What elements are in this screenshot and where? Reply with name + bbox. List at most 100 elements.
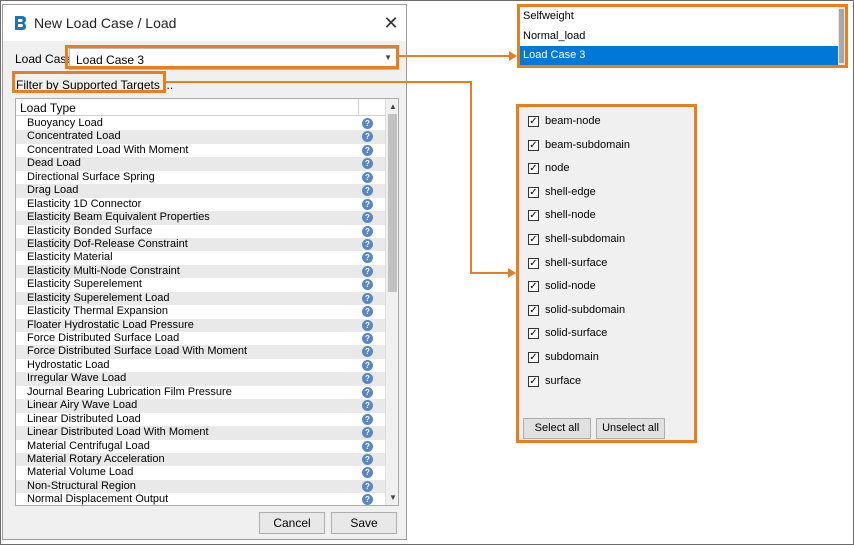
load-type-label: Drag Load xyxy=(27,184,79,197)
load-type-label: Linear Distributed Load With Moment xyxy=(27,426,209,439)
list-item[interactable]: Journal Bearing Lubrication Film Pressur… xyxy=(16,386,385,399)
info-icon[interactable]: ? xyxy=(362,252,373,264)
load-type-label: Elasticity Thermal Expansion xyxy=(27,305,169,318)
load-type-label: Directional Surface Spring xyxy=(27,170,155,183)
list-item[interactable]: Material Volume Load? xyxy=(16,466,385,479)
load-type-label: Elasticity Beam Equivalent Properties xyxy=(27,211,210,224)
connector-line xyxy=(470,272,508,274)
info-icon[interactable]: ? xyxy=(362,386,373,398)
info-icon[interactable]: ? xyxy=(362,198,373,210)
list-item[interactable]: Material Centrifugal Load? xyxy=(16,440,385,453)
list-item[interactable]: Elasticity Superelement? xyxy=(16,278,385,291)
cancel-button[interactable]: Cancel xyxy=(259,512,325,534)
load-type-label: Concentrated Load xyxy=(27,130,121,143)
info-icon[interactable]: ? xyxy=(362,453,373,465)
list-item[interactable]: Elasticity Beam Equivalent Properties? xyxy=(16,211,385,225)
list-item[interactable]: Elasticity Superelement Load? xyxy=(16,291,385,306)
list-item[interactable]: Force Distributed Surface Load? xyxy=(16,332,385,345)
info-icon[interactable]: ? xyxy=(362,212,373,224)
load-type-label: Concentrated Load With Moment xyxy=(27,143,189,156)
list-item[interactable]: Linear Airy Wave Load? xyxy=(16,399,385,413)
list-item[interactable]: Non-Structural Region? xyxy=(16,479,385,494)
title-bar: New Load Case / Load ✕ xyxy=(3,5,406,41)
info-icon[interactable]: ? xyxy=(362,494,373,505)
list-item[interactable]: Elasticity Multi-Node Constraint? xyxy=(16,264,385,279)
list-item[interactable]: Force Distributed Surface Load With Mome… xyxy=(16,345,385,359)
load-type-label: Hydrostatic Load xyxy=(27,358,110,371)
info-icon[interactable]: ? xyxy=(362,131,373,143)
info-icon[interactable]: ? xyxy=(362,144,373,156)
info-icon[interactable]: ? xyxy=(362,413,373,425)
load-type-label: Linear Airy Wave Load xyxy=(27,399,138,412)
info-icon[interactable]: ? xyxy=(362,279,373,291)
highlight-load-case-select xyxy=(65,45,399,69)
list-item[interactable]: Irregular Wave Load? xyxy=(16,372,385,386)
load-type-label: Dead Load xyxy=(27,157,81,170)
info-icon[interactable]: ? xyxy=(362,480,373,492)
list-item[interactable]: Elasticity Dof-Release Constraint? xyxy=(16,237,385,252)
list-header-label: Load Type xyxy=(20,101,76,115)
list-item[interactable]: Hydrostatic Load? xyxy=(16,359,385,372)
list-item[interactable]: Linear Distributed Load With Moment? xyxy=(16,426,385,440)
info-icon[interactable]: ? xyxy=(362,467,373,479)
close-icon[interactable]: ✕ xyxy=(381,13,401,33)
list-item[interactable]: Elasticity Thermal Expansion? xyxy=(16,305,385,318)
info-icon[interactable]: ? xyxy=(362,292,373,304)
list-item[interactable]: Elasticity Material? xyxy=(16,251,385,264)
info-icon[interactable]: ? xyxy=(362,171,373,183)
load-type-label: Material Rotary Acceleration xyxy=(27,452,165,465)
list-item[interactable]: Directional Surface Spring? xyxy=(16,171,385,184)
scroll-up-icon[interactable]: ▲ xyxy=(389,102,397,111)
list-item[interactable]: Concentrated Load With Moment? xyxy=(16,144,385,157)
list-item[interactable]: Elasticity 1D Connector? xyxy=(16,198,385,211)
info-icon[interactable]: ? xyxy=(362,238,373,250)
info-icon[interactable]: ? xyxy=(362,319,373,331)
save-button[interactable]: Save xyxy=(331,512,397,534)
info-icon[interactable]: ? xyxy=(362,359,373,371)
info-icon[interactable]: ? xyxy=(362,265,373,277)
list-item[interactable]: Dead Load? xyxy=(16,157,385,171)
load-type-label: Material Volume Load xyxy=(27,466,134,479)
list-item[interactable]: Buoyancy Load? xyxy=(16,117,385,130)
load-type-label: Normal Displacement Output xyxy=(27,493,169,506)
load-type-label: Force Distributed Surface Load xyxy=(27,332,180,344)
list-item[interactable]: Linear Distributed Load? xyxy=(16,413,385,426)
info-icon[interactable]: ? xyxy=(362,333,373,344)
load-type-label: Non-Structural Region xyxy=(27,479,136,492)
connector-arrow xyxy=(509,51,517,61)
load-type-label: Floater Hydrostatic Load Pressure xyxy=(27,318,194,331)
info-icon[interactable]: ? xyxy=(362,158,373,170)
load-type-label: Force Distributed Surface Load With Mome… xyxy=(27,345,248,358)
info-icon[interactable]: ? xyxy=(362,306,373,318)
info-icon[interactable]: ? xyxy=(362,118,373,129)
info-icon[interactable]: ? xyxy=(362,440,373,452)
list-item[interactable]: Normal Displacement Output? xyxy=(16,493,385,506)
scroll-down-icon[interactable]: ▼ xyxy=(389,493,397,502)
info-icon[interactable]: ? xyxy=(362,427,373,439)
info-icon[interactable]: ? xyxy=(362,225,373,237)
connector-line xyxy=(166,81,472,83)
load-type-label: Elasticity Dof-Release Constraint xyxy=(27,237,188,250)
connector-line xyxy=(399,55,509,57)
list-item[interactable]: Floater Hydrostatic Load Pressure? xyxy=(16,318,385,332)
list-scrollbar[interactable]: ▲ ▼ xyxy=(385,99,398,505)
list-item[interactable]: Material Rotary Acceleration? xyxy=(16,452,385,467)
load-type-label: Material Centrifugal Load xyxy=(27,439,150,452)
highlight-dropdown xyxy=(517,4,848,68)
load-type-label: Elasticity Superelement xyxy=(27,278,142,291)
load-type-label: Elasticity 1D Connector xyxy=(27,197,142,210)
load-type-list: Load Type Buoyancy Load? Concentrated Loa… xyxy=(15,98,399,506)
list-item[interactable]: Elasticity Bonded Surface? xyxy=(16,225,385,238)
list-item[interactable]: Concentrated Load? xyxy=(16,130,385,144)
highlight-targets-panel xyxy=(516,104,697,443)
info-icon[interactable]: ? xyxy=(362,346,373,358)
list-item[interactable]: Drag Load? xyxy=(16,184,385,198)
load-type-label: Elasticity Superelement Load xyxy=(27,291,170,304)
scrollbar-thumb[interactable] xyxy=(388,114,397,292)
info-icon[interactable]: ? xyxy=(362,185,373,197)
info-icon[interactable]: ? xyxy=(362,373,373,385)
load-type-rows: Buoyancy Load? Concentrated Load? Concentr… xyxy=(16,117,385,506)
info-icon[interactable]: ? xyxy=(362,400,373,412)
app-logo-icon xyxy=(15,16,26,30)
highlight-filter-button xyxy=(12,71,166,93)
